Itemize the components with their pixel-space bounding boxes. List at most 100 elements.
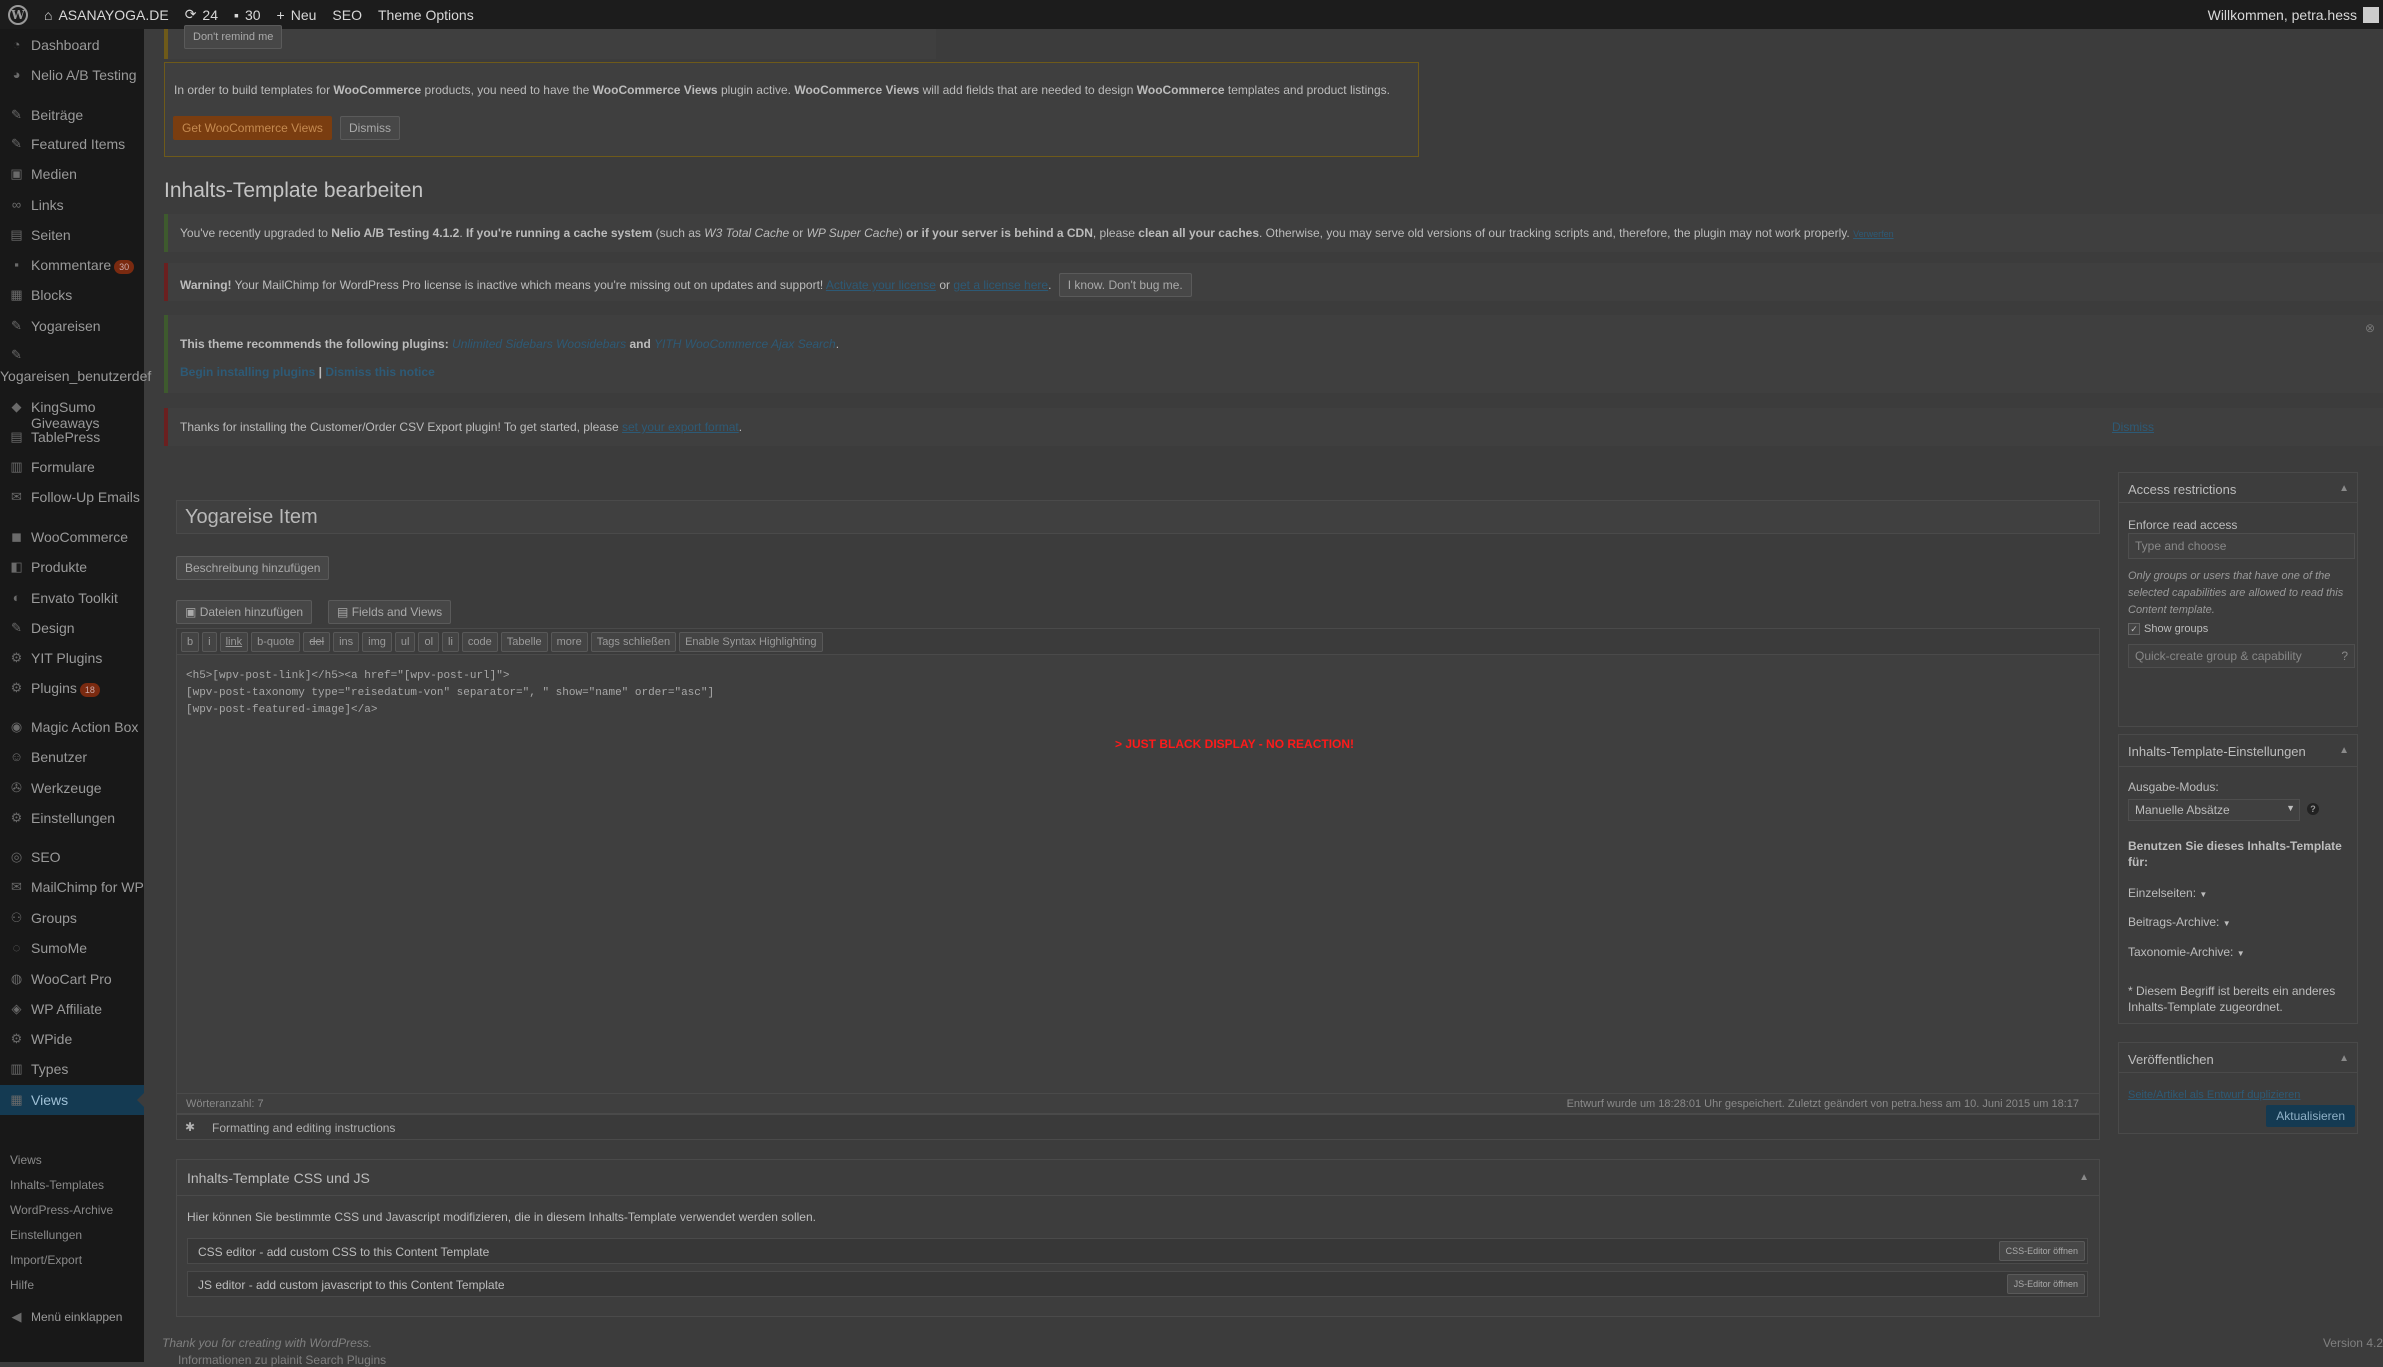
sidebar-item-mailchimp-for-wp[interactable]: ✉ MailChimp for WP — [0, 879, 144, 895]
sidebar-item-woocart-pro[interactable]: ◍ WooCart Pro — [0, 971, 144, 987]
sidebar-item-woocommerce[interactable]: ◼ WooCommerce — [0, 529, 144, 545]
sidebar-item-views[interactable]: ▦ Views — [0, 1085, 144, 1115]
footer-info-link[interactable]: Informationen zu plainit Search Plugins — [178, 1353, 386, 1367]
sidebar-item-seo[interactable]: ◎ SEO — [0, 849, 144, 865]
quicktag-b-button[interactable]: b — [181, 632, 200, 652]
post-archives-toggle[interactable]: Beitrags-Archive: ▼ — [2128, 915, 2231, 929]
add-media-button[interactable]: ▣ Dateien hinzufügen — [176, 600, 313, 624]
sidebar-item-envato-toolkit[interactable]: ◐ Envato Toolkit — [0, 590, 144, 606]
sidebar-item-kommentare[interactable]: ▪ Kommentare 30 — [0, 257, 144, 274]
dont-remind-button[interactable]: Don't remind me — [184, 25, 283, 49]
quicktag-ul-button[interactable]: ul — [394, 632, 416, 652]
dismiss-notice-link[interactable]: Dismiss this notice — [325, 365, 434, 379]
sidebar-item-design[interactable]: ✎ Design — [0, 620, 144, 636]
greeting[interactable]: Willkommen, petra.hess — [2208, 7, 2357, 23]
sidebar-item-benutzer[interactable]: ☺ Benutzer — [0, 749, 144, 765]
add-description-button[interactable]: Beschreibung hinzufügen — [176, 556, 330, 580]
sidebar-item-featured-items[interactable]: ✎ Featured Items — [0, 136, 144, 152]
sidebar-item-plugins[interactable]: ⚙ Plugins 18 — [0, 680, 144, 697]
get-license-link[interactable]: get a license here — [953, 278, 1048, 292]
update-button[interactable]: Aktualisieren — [2266, 1105, 2355, 1127]
open-css-editor-button[interactable]: CSS-Editor öffnen — [1998, 1241, 2085, 1261]
quicktag-link-button[interactable]: link — [219, 632, 249, 652]
quicktag-ins-button[interactable]: ins — [333, 632, 360, 652]
submenu-item-wordpress-archive[interactable]: WordPress-Archive — [0, 1203, 144, 1217]
sidebar-item-formulare[interactable]: ▥ Formulare — [0, 459, 144, 475]
quicktag-enable-syntax-highlighting-button[interactable]: Enable Syntax Highlighting — [679, 632, 823, 652]
css-js-header[interactable]: Inhalts-Template CSS und JS ▲ — [177, 1160, 2099, 1196]
duplicate-draft-link[interactable]: Seite/Artikel als Entwurf duplizieren — [2128, 1089, 2300, 1101]
submenu-item-views[interactable]: Views — [0, 1153, 144, 1167]
dismiss-woo-button[interactable]: Dismiss — [340, 116, 400, 140]
output-mode-select[interactable]: Manuelle Absätze ▼ — [2128, 799, 2300, 821]
submenu-item-import-export[interactable]: Import/Export — [0, 1253, 144, 1267]
help-icon[interactable]: ? — [2341, 649, 2348, 663]
formatting-instructions-toggle[interactable]: ✱ Formatting and editing instructions — [176, 1114, 2100, 1140]
begin-installing-link[interactable]: Begin installing plugins — [180, 365, 315, 379]
code-textarea[interactable]: <h5>[wpv-post-link]</h5><a href="[wpv-po… — [186, 668, 714, 719]
site-name-link[interactable]: ⌂ ASANAYOGA.DE — [36, 0, 177, 29]
quicktag-ol-button[interactable]: ol — [418, 632, 440, 652]
sidebar-item-nelio-a-b-testing[interactable]: ◕ Nelio A/B Testing — [0, 67, 144, 83]
submenu-item-einstellungen[interactable]: Einstellungen — [0, 1228, 144, 1242]
single-pages-toggle[interactable]: Einzelseiten: ▼ — [2128, 886, 2207, 900]
quicktag-tabelle-button[interactable]: Tabelle — [500, 632, 548, 652]
collapse-icon[interactable]: ▲ — [2339, 483, 2349, 494]
seo-menu[interactable]: SEO — [324, 0, 370, 29]
access-header[interactable]: Access restrictions ▲ — [2119, 473, 2357, 503]
quick-create-input[interactable]: Quick-create group & capability ? — [2128, 644, 2355, 668]
sidebar-item-produkte[interactable]: ◧ Produkte — [0, 559, 144, 575]
quicktag-b-quote-button[interactable]: b-quote — [251, 632, 301, 652]
theme-options-menu[interactable]: Theme Options — [370, 0, 482, 29]
sidebar-item-kingsumo-giveaways[interactable]: ◆ KingSumo Giveaways — [0, 399, 144, 431]
sidebar-item-groups[interactable]: ⚇ Groups — [0, 910, 144, 926]
sidebar-item-beitr-ge[interactable]: ✎ Beiträge — [0, 107, 144, 123]
submenu-item-inhalts-templates[interactable]: Inhalts-Templates — [0, 1178, 144, 1192]
wordpress-logo[interactable]: W — [0, 0, 36, 29]
get-woocommerce-views-button[interactable]: Get WooCommerce Views — [173, 116, 332, 140]
export-format-link[interactable]: set your export format — [622, 420, 739, 434]
quicktag-code-button[interactable]: code — [461, 632, 498, 652]
sidebar-item-medien[interactable]: ▣ Medien — [0, 166, 144, 182]
quicktag-more-button[interactable]: more — [550, 632, 588, 652]
sidebar-item-links[interactable]: ∞ Links — [0, 197, 144, 213]
collapse-menu-button[interactable]: ◀ Menü einklappen — [0, 1309, 144, 1325]
sidebar-item-einstellungen[interactable]: ⚙ Einstellungen — [0, 810, 144, 826]
close-icon[interactable]: ⊗ — [2365, 321, 2375, 335]
sidebar-item-wp-affiliate[interactable]: ◈ WP Affiliate — [0, 1001, 144, 1017]
nelio-dismiss-link[interactable]: Verwerfen — [1853, 229, 1894, 239]
open-js-editor-button[interactable]: JS-Editor öffnen — [2006, 1274, 2085, 1294]
sidebar-item-types[interactable]: ▥ Types — [0, 1061, 144, 1077]
quicktag-del-button[interactable]: del — [303, 632, 331, 652]
avatar[interactable] — [2363, 6, 2379, 23]
template-title-input[interactable]: Yogareise Item — [176, 500, 2100, 534]
sidebar-item-yit-plugins[interactable]: ⚙ YIT Plugins — [0, 650, 144, 666]
sidebar-item-werkzeuge[interactable]: ✇ Werkzeuge — [0, 780, 144, 796]
dismiss-csv-link[interactable]: Dismiss — [2112, 420, 2154, 434]
collapse-icon[interactable]: ▲ — [2339, 1053, 2349, 1064]
sidebar-item-sumome[interactable]: ◌ SumoMe — [0, 940, 144, 956]
sidebar-item-yogareisen[interactable]: ✎ Yogareisen — [0, 318, 144, 334]
quicktag-li-button[interactable]: li — [442, 632, 459, 652]
fields-and-views-button[interactable]: ▤ Fields and Views — [328, 600, 452, 624]
help-icon[interactable]: ? — [2307, 803, 2319, 815]
activate-license-link[interactable]: Activate your license — [826, 278, 936, 292]
groups-select-input[interactable]: Type and choose — [2128, 533, 2355, 559]
template-settings-header[interactable]: Inhalts-Template-Einstellungen ▲ — [2119, 735, 2357, 767]
sidebar-item-yogareisen-benutzerdef[interactable]: ✎ Yogareisen_benutzerdef — [0, 347, 151, 384]
sidebar-item-magic-action-box[interactable]: ◉ Magic Action Box — [0, 719, 144, 735]
collapse-icon[interactable]: ▲ — [2339, 745, 2349, 756]
show-groups-checkbox[interactable]: ✓ — [2128, 623, 2140, 635]
sidebar-item-dashboard[interactable]: ◔ Dashboard — [0, 37, 144, 53]
quicktag-tags-schlie-en-button[interactable]: Tags schließen — [590, 632, 677, 652]
dont-bug-me-button[interactable]: I know. Don't bug me. — [1058, 273, 1192, 297]
sidebar-item-tablepress[interactable]: ▤ TablePress — [0, 429, 144, 445]
sidebar-item-blocks[interactable]: ▦ Blocks — [0, 287, 144, 303]
taxonomy-archives-toggle[interactable]: Taxonomie-Archive: ▼ — [2128, 945, 2245, 959]
submenu-item-hilfe[interactable]: Hilfe — [0, 1278, 144, 1292]
sidebar-item-follow-up-emails[interactable]: ✉ Follow-Up Emails — [0, 489, 144, 505]
sidebar-item-wpide[interactable]: ⚙ WPide — [0, 1031, 144, 1047]
collapse-icon[interactable]: ▲ — [2079, 1172, 2089, 1183]
publish-header[interactable]: Veröffentlichen ▲ — [2119, 1043, 2357, 1073]
quicktag-img-button[interactable]: img — [362, 632, 392, 652]
